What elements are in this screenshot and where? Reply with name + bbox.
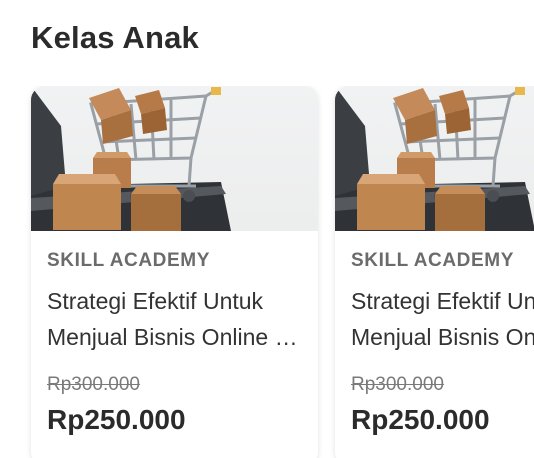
course-title[interactable]: Strategi Efektif Untuk Menjual Bisnis On… — [351, 283, 534, 355]
original-price: Rp300.000 — [47, 374, 140, 395]
course-provider: SKILL ACADEMY — [351, 250, 514, 271]
discounted-price: Rp250.000 — [351, 404, 490, 435]
section-title: Kelas Anak — [31, 20, 199, 55]
course-thumbnail[interactable] — [31, 86, 318, 231]
discounted-price: Rp250.000 — [47, 404, 186, 435]
course-title[interactable]: Strategi Efektif Untuk Menjual Bisnis On… — [47, 283, 307, 355]
course-card[interactable]: SKILL ACADEMY Strategi Efektif Untuk Men… — [31, 86, 318, 458]
course-card[interactable]: SKILL ACADEMY Strategi Efektif Untuk Men… — [335, 86, 534, 458]
kelas-anak-section: Kelas Anak SKILL ACADEMY Strategi Efekti… — [0, 0, 534, 458]
course-provider: SKILL ACADEMY — [47, 250, 210, 271]
course-thumbnail[interactable] — [335, 86, 534, 231]
shopping-cart-with-boxes-image — [31, 86, 231, 231]
shopping-cart-with-boxes-image — [335, 86, 534, 231]
course-carousel[interactable]: SKILL ACADEMY Strategi Efektif Untuk Men… — [0, 86, 534, 458]
original-price: Rp300.000 — [351, 374, 444, 395]
